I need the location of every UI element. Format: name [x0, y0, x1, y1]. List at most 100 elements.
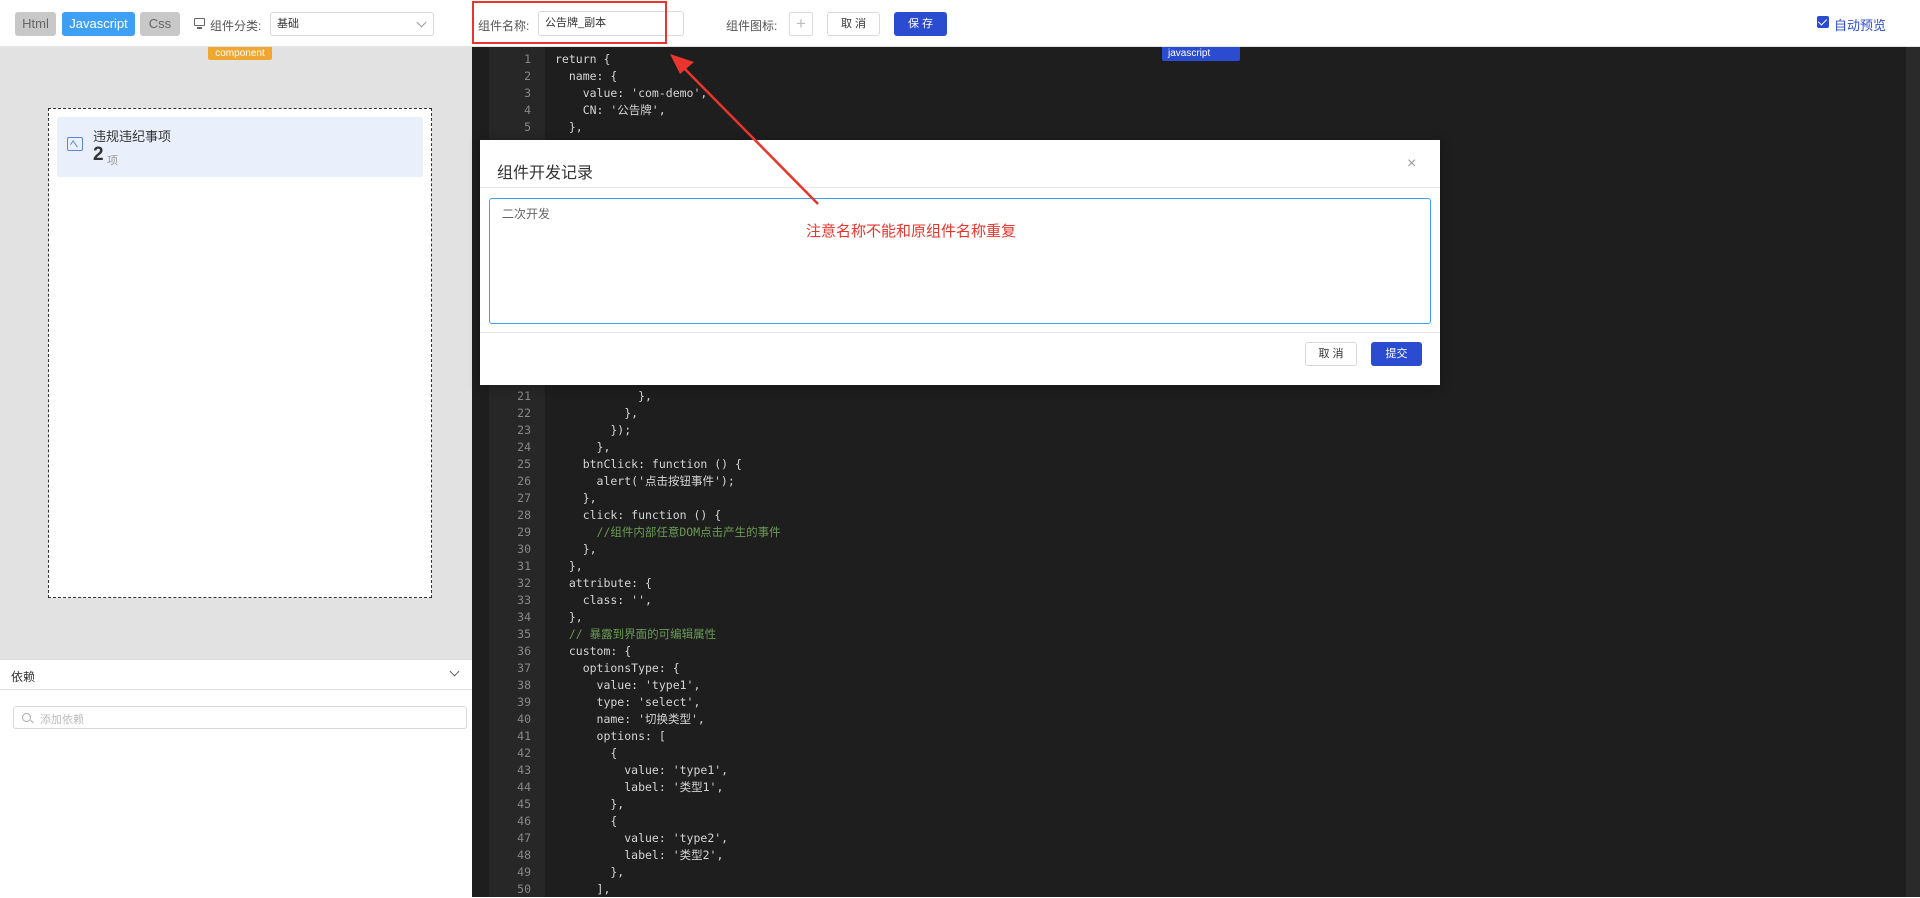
code-line[interactable]: 24 },	[472, 439, 1912, 456]
code-text: label: '类型1',	[555, 780, 724, 794]
line-number: 25	[517, 457, 531, 471]
code-line[interactable]: 47 value: 'type2',	[472, 830, 1912, 847]
line-number: 47	[517, 831, 531, 845]
line-number: 49	[517, 865, 531, 879]
code-text: label: '类型2',	[555, 848, 724, 862]
code-line[interactable]: 38 value: 'type1',	[472, 677, 1912, 694]
notice-card[interactable]: 违规违纪事项 2 项	[57, 117, 423, 177]
code-text: },	[555, 610, 583, 624]
code-line[interactable]: 21 },	[472, 388, 1912, 405]
line-number: 35	[517, 627, 531, 641]
code-line[interactable]: 43 value: 'type1',	[472, 762, 1912, 779]
toolbar: Html Javascript Css 组件分类: 基础 组件名称: 公告牌_副…	[0, 0, 1920, 47]
code-line[interactable]: 46 {	[472, 813, 1912, 830]
code-line[interactable]: 23 });	[472, 422, 1912, 439]
code-line[interactable]: 37 optionsType: {	[472, 660, 1912, 677]
code-text: CN: '公告牌',	[555, 103, 666, 117]
chevron-down-icon[interactable]	[449, 666, 460, 677]
code-line[interactable]: 4 CN: '公告牌',	[472, 102, 1912, 119]
code-line[interactable]: 3 value: 'com-demo',	[472, 85, 1912, 102]
line-number: 48	[517, 848, 531, 862]
code-line[interactable]: 34 },	[472, 609, 1912, 626]
code-text: ],	[555, 882, 611, 896]
line-number: 24	[517, 440, 531, 454]
dependency-header[interactable]: 依赖	[0, 659, 472, 690]
code-line[interactable]: 44 label: '类型1',	[472, 779, 1912, 796]
code-line[interactable]: 5 },	[472, 119, 1912, 136]
editor-scrollbar[interactable]	[1906, 47, 1920, 897]
code-line[interactable]: 41 options: [	[472, 728, 1912, 745]
dialog-cancel-button[interactable]: 取 消	[1305, 342, 1357, 366]
code-line[interactable]: 30 },	[472, 541, 1912, 558]
cancel-button[interactable]: 取 消	[827, 12, 880, 36]
line-number: 5	[524, 120, 531, 134]
close-icon[interactable]: ×	[1407, 155, 1416, 173]
line-number: 38	[517, 678, 531, 692]
tab-html[interactable]: Html	[15, 12, 56, 36]
code-line[interactable]: 1 return {	[472, 51, 1912, 68]
code-line[interactable]: 45 },	[472, 796, 1912, 813]
monitor-icon	[194, 18, 205, 29]
add-icon-button[interactable]: +	[789, 12, 813, 36]
dependency-search-input[interactable]: 添加依赖	[13, 706, 467, 729]
code-line[interactable]: 22 },	[472, 405, 1912, 422]
code-text: return {	[555, 52, 611, 66]
save-button[interactable]: 保 存	[894, 12, 947, 36]
dev-record-textarea[interactable]: 二次开发	[489, 198, 1431, 324]
dialog-submit-button[interactable]: 提交	[1371, 342, 1422, 366]
category-value: 基础	[277, 18, 299, 30]
code-line[interactable]: 42 {	[472, 745, 1912, 762]
code-line[interactable]: 33 class: '',	[472, 592, 1912, 609]
line-number: 28	[517, 508, 531, 522]
code-line[interactable]: 49 },	[472, 864, 1912, 881]
auto-preview-label: 自动预览	[1834, 18, 1887, 33]
line-number: 30	[517, 542, 531, 556]
code-text: value: 'type2',	[555, 831, 729, 845]
code-line[interactable]: 28 click: function () {	[472, 507, 1912, 524]
code-text: name: {	[555, 69, 618, 83]
code-line[interactable]: 25 btnClick: function () {	[472, 456, 1912, 473]
tab-css[interactable]: Css	[140, 12, 180, 36]
code-text: },	[555, 120, 583, 134]
code-text: {	[555, 814, 618, 828]
code-text: type: 'select',	[555, 695, 701, 709]
line-number: 42	[517, 746, 531, 760]
code-line[interactable]: 26 alert('点击按钮事件');	[472, 473, 1912, 490]
dev-record-dialog: 组件开发记录 × 二次开发 取 消 提交	[480, 140, 1440, 385]
code-text: {	[555, 746, 618, 760]
code-line[interactable]: 36 custom: {	[472, 643, 1912, 660]
code-text: },	[555, 865, 625, 879]
code-line[interactable]: 27 },	[472, 490, 1912, 507]
code-text: },	[555, 440, 611, 454]
category-select[interactable]: 基础	[270, 12, 434, 36]
code-line[interactable]: 32 attribute: {	[472, 575, 1912, 592]
code-line[interactable]: 2 name: {	[472, 68, 1912, 85]
auto-preview-toggle[interactable]: 自动预览	[1817, 15, 1887, 34]
code-text: //组件内部任意DOM点击产生的事件	[555, 525, 781, 539]
code-line[interactable]: 31 },	[472, 558, 1912, 575]
code-line[interactable]: 29 //组件内部任意DOM点击产生的事件	[472, 524, 1912, 541]
code-line[interactable]: 40 name: '切换类型',	[472, 711, 1912, 728]
line-number: 45	[517, 797, 531, 811]
code-text: name: '切换类型',	[555, 712, 705, 726]
tab-javascript[interactable]: Javascript	[62, 12, 135, 36]
icon-label: 组件图标:	[726, 19, 778, 33]
code-line[interactable]: 48 label: '类型2',	[472, 847, 1912, 864]
line-number: 40	[517, 712, 531, 726]
divider	[480, 187, 1440, 188]
line-number: 1	[524, 52, 531, 66]
chevron-down-icon	[416, 17, 427, 28]
code-text: alert('点击按钮事件');	[555, 474, 735, 488]
line-number: 33	[517, 593, 531, 607]
code-line[interactable]: 39 type: 'select',	[472, 694, 1912, 711]
code-text: attribute: {	[555, 576, 652, 590]
line-number: 34	[517, 610, 531, 624]
code-text: options: [	[555, 729, 666, 743]
dialog-title: 组件开发记录	[497, 165, 594, 182]
code-text: },	[555, 797, 625, 811]
code-line[interactable]: 50 ],	[472, 881, 1912, 898]
code-text: optionsType: {	[555, 661, 680, 675]
code-text: class: '',	[555, 593, 652, 607]
checkbox-checked-icon[interactable]	[1817, 16, 1829, 28]
code-line[interactable]: 35 // 暴露到界面的可编辑属性	[472, 626, 1912, 643]
